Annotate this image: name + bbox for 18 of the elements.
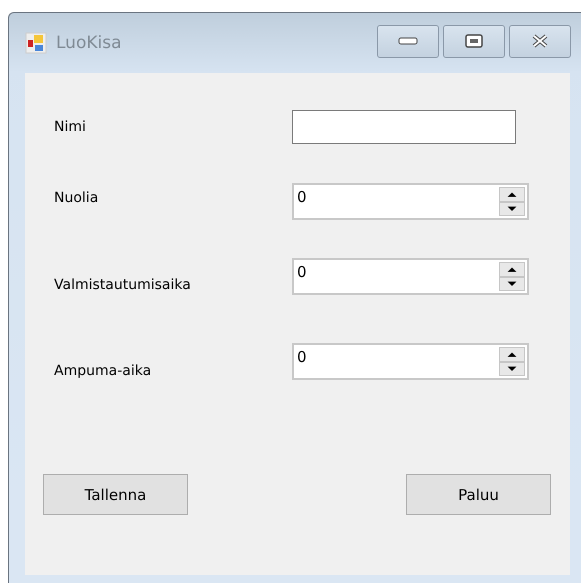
maximize-icon: [465, 34, 483, 48]
number-spinner[interactable]: 0: [292, 183, 529, 220]
window-title: LuoKisa: [56, 33, 122, 53]
number-spinner[interactable]: 0: [292, 343, 529, 380]
number-spinner[interactable]: 0: [292, 258, 529, 295]
field-label: Nuolia: [53, 190, 100, 206]
form-button[interactable]: Tallenna: [43, 474, 188, 515]
field-label: Ampuma-aika: [53, 362, 152, 378]
close-button[interactable]: [509, 24, 571, 58]
form-button[interactable]: Paluu: [406, 474, 551, 515]
field-label: Valmistautumisaika: [53, 276, 192, 292]
close-icon: [531, 34, 549, 48]
field-label: Nimi: [53, 118, 87, 134]
maximize-button[interactable]: [443, 24, 505, 58]
minimize-icon: [398, 37, 418, 45]
minimize-button[interactable]: [377, 24, 439, 58]
app-icon: [25, 32, 47, 54]
text-field[interactable]: [292, 110, 516, 144]
